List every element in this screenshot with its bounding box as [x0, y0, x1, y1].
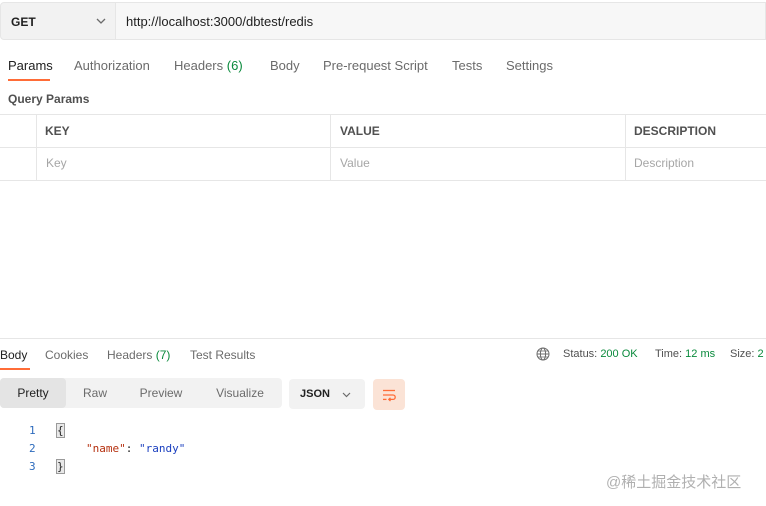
- code-line: "name": "randy": [86, 442, 185, 455]
- chevron-down-icon: [342, 392, 351, 398]
- view-pretty-button[interactable]: Pretty: [0, 378, 66, 408]
- url-input[interactable]: http://localhost:3000/dbtest/redis: [116, 2, 766, 40]
- line-number: 1: [29, 424, 36, 437]
- code-close-brace: }: [56, 459, 65, 474]
- tab-pre-request-script[interactable]: Pre-request Script: [323, 58, 428, 73]
- json-colon: :: [125, 442, 139, 455]
- table-header-divider: [0, 147, 766, 148]
- size-value: 2: [757, 348, 764, 360]
- method-label: GET: [11, 15, 36, 29]
- response-tab-cookies[interactable]: Cookies: [45, 348, 88, 362]
- response-headers-count: (7): [155, 348, 171, 362]
- view-visualize-button[interactable]: Visualize: [198, 378, 282, 408]
- tab-tests[interactable]: Tests: [452, 58, 482, 73]
- format-label: JSON: [300, 388, 330, 400]
- wrap-lines-icon: [383, 389, 396, 402]
- time-value: 12 ms: [685, 348, 716, 360]
- response-tab-test-results[interactable]: Test Results: [190, 348, 255, 362]
- line-number: 2: [29, 442, 36, 455]
- line-number: 3: [29, 460, 36, 473]
- code-open-brace: {: [56, 423, 65, 438]
- active-response-tab-indicator: [0, 368, 30, 370]
- json-value: "randy": [139, 442, 186, 455]
- column-header-description: DESCRIPTION: [634, 124, 717, 138]
- column-divider[interactable]: [330, 114, 331, 181]
- view-preview-button[interactable]: Preview: [124, 378, 198, 408]
- json-key: "name": [86, 442, 126, 455]
- chevron-down-icon: [96, 18, 106, 24]
- method-select[interactable]: GET: [0, 2, 116, 40]
- response-divider[interactable]: [0, 338, 766, 339]
- description-input[interactable]: Description: [634, 156, 694, 170]
- active-tab-indicator: [8, 79, 50, 81]
- column-divider[interactable]: [625, 114, 626, 181]
- tab-settings[interactable]: Settings: [506, 58, 553, 73]
- view-raw-button[interactable]: Raw: [66, 378, 124, 408]
- tab-body[interactable]: Body: [270, 58, 300, 73]
- tab-headers[interactable]: Headers (6): [174, 58, 243, 73]
- query-params-title: Query Params: [8, 92, 90, 106]
- watermark: @稀土掘金技术社区: [606, 474, 742, 491]
- column-header-key: KEY: [45, 124, 70, 138]
- tab-params[interactable]: Params: [8, 58, 53, 73]
- time-indicator[interactable]: Time: 12 ms: [655, 348, 715, 360]
- key-input[interactable]: Key: [46, 156, 67, 170]
- url-text: http://localhost:3000/dbtest/redis: [126, 14, 314, 29]
- response-tab-headers[interactable]: Headers (7): [107, 348, 170, 362]
- tab-authorization[interactable]: Authorization: [74, 58, 150, 73]
- response-tab-body[interactable]: Body: [0, 348, 27, 362]
- value-input[interactable]: Value: [340, 156, 370, 170]
- status-value: 200 OK: [600, 348, 638, 360]
- column-header-value: VALUE: [340, 124, 380, 138]
- headers-count: (6): [226, 58, 243, 73]
- column-divider: [36, 114, 37, 181]
- status-indicator[interactable]: Status: 200 OK: [563, 348, 638, 360]
- size-indicator[interactable]: Size: 2: [730, 348, 764, 360]
- globe-icon[interactable]: [536, 347, 550, 361]
